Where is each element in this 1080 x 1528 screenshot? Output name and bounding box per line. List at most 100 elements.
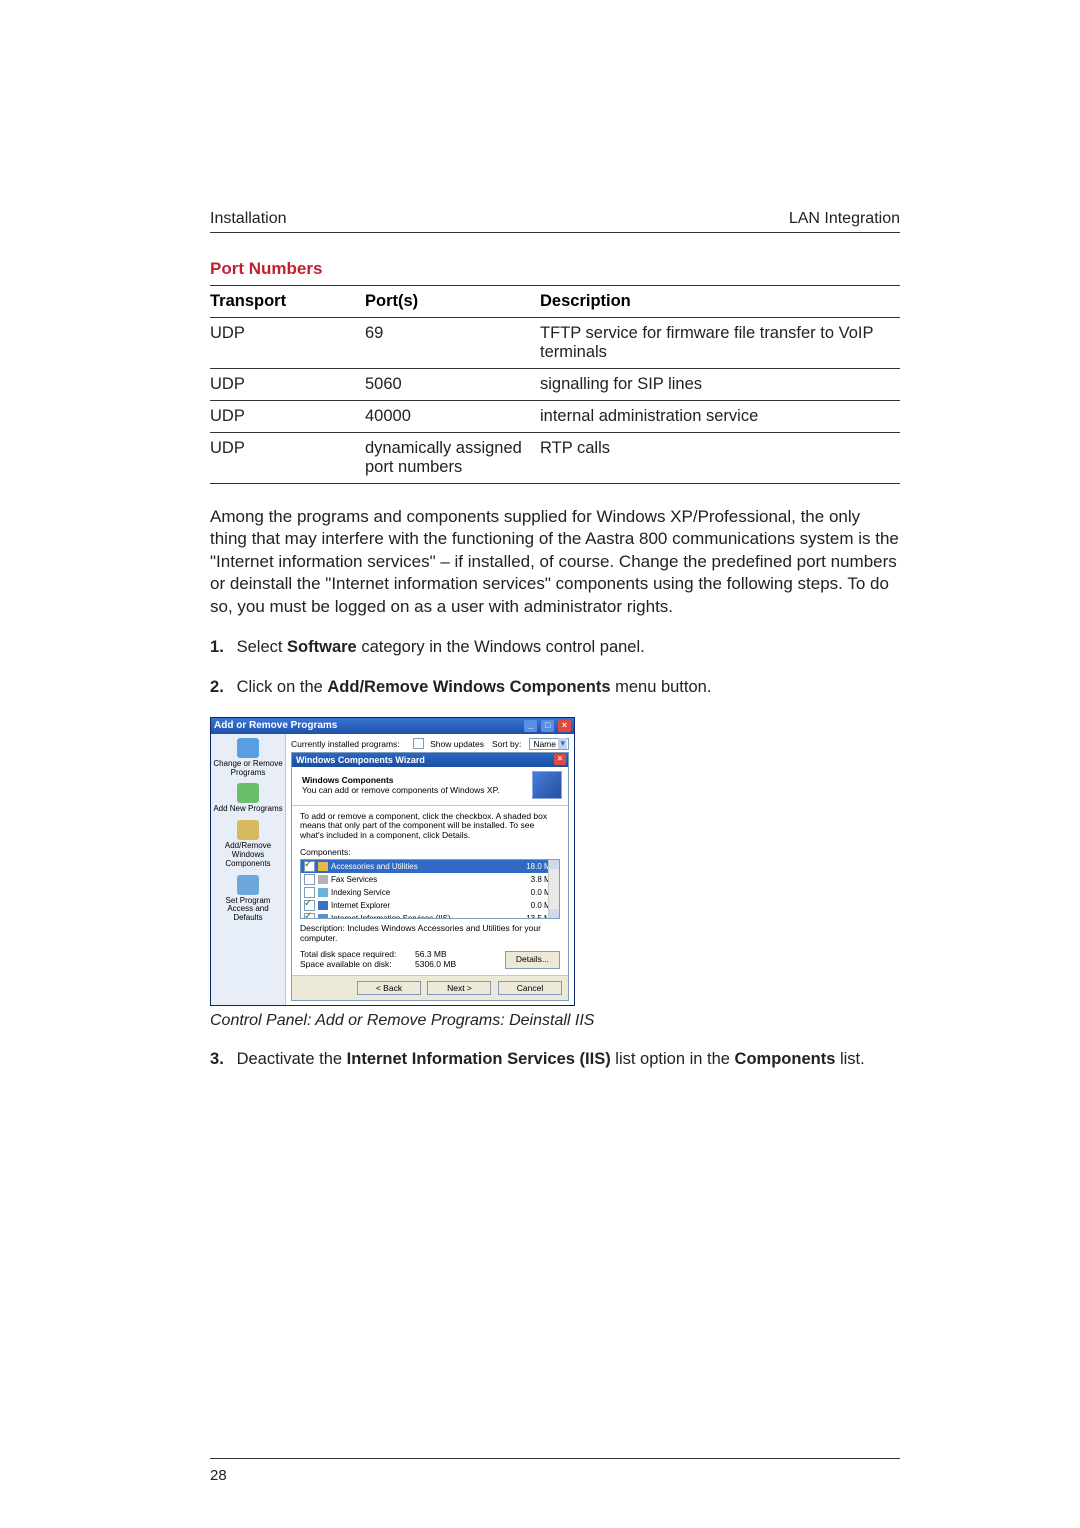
desc-label: Description: [300, 923, 345, 933]
ie-icon [318, 901, 328, 910]
wizard-description: Description: Includes Windows Accessorie… [300, 923, 560, 943]
sortby-select[interactable]: Name [529, 738, 569, 750]
cancel-button[interactable]: Cancel [498, 981, 562, 995]
wizard-banner-sub: You can add or remove components of Wind… [302, 785, 500, 795]
step-text: category in the Windows control panel. [357, 638, 645, 656]
step-text: Deactivate the [237, 1050, 347, 1068]
checkbox-icon[interactable] [304, 861, 315, 872]
components-list[interactable]: Accessories and Utilities 18.0 MB Fax Se… [300, 859, 560, 919]
fax-icon [318, 875, 328, 884]
show-updates-label: Show updates [430, 739, 484, 749]
cell: TFTP service for firmware file transfer … [540, 318, 900, 369]
list-item[interactable]: Internet Explorer 0.0 MB [301, 899, 559, 912]
cell: 40000 [365, 401, 540, 433]
list-item-label: Internet Explorer [331, 901, 390, 910]
table-header: Transport [210, 286, 365, 318]
checkbox-icon[interactable] [304, 913, 315, 919]
minimize-icon[interactable]: _ [524, 720, 537, 732]
show-updates-checkbox[interactable] [413, 738, 424, 749]
sidebar-item-label: Add New Programs [213, 804, 282, 813]
table-row: UDP 69 TFTP service for firmware file tr… [210, 318, 900, 369]
components-label: Components: [300, 847, 560, 857]
disk-avail-value: 5306.0 MB [415, 959, 456, 969]
wizard-banner: Windows Components You can add or remove… [292, 767, 568, 806]
page-footer: 28 [210, 1458, 900, 1484]
index-icon [318, 888, 328, 897]
wizard-banner-title: Windows Components [302, 775, 394, 785]
list-item[interactable]: Accessories and Utilities 18.0 MB [301, 860, 559, 873]
cell: UDP [210, 401, 365, 433]
iis-icon [318, 914, 328, 919]
intro-paragraph: Among the programs and components suppli… [210, 506, 900, 618]
wizard-buttons: < Back Next > Cancel [292, 975, 568, 1000]
defaults-icon [237, 875, 259, 895]
disk-avail-label: Space available on disk: [300, 959, 415, 969]
cell: internal administration service [540, 401, 900, 433]
figure-add-remove-programs: Add or Remove Programs _ □ × Change or R… [210, 717, 573, 1006]
cell: RTP calls [540, 433, 900, 484]
port-numbers-table: Transport Port(s) Description UDP 69 TFT… [210, 285, 900, 484]
list-item-label: Fax Services [331, 875, 377, 884]
add-remove-programs-window: Add or Remove Programs _ □ × Change or R… [210, 717, 575, 1006]
wizard-titlebar[interactable]: Windows Components Wizard × [292, 753, 568, 767]
list-item-label: Internet Information Services (IIS) [331, 914, 451, 919]
step-text: list option in the [611, 1050, 735, 1068]
step-bold: Components [735, 1050, 836, 1068]
disk-req-value: 56.3 MB [415, 949, 447, 959]
window-title: Add or Remove Programs [214, 720, 337, 731]
sidebar-item-label: Set Program Access and Defaults [226, 896, 271, 923]
figure-caption: Control Panel: Add or Remove Programs: D… [210, 1012, 900, 1030]
close-icon[interactable]: × [558, 720, 571, 732]
step-bold: Software [287, 638, 357, 656]
step-3: Deactivate the Internet Information Serv… [210, 1048, 900, 1070]
step-bold: Add/Remove Windows Components [327, 678, 610, 696]
table-row: UDP dynamically assigned port numbers RT… [210, 433, 900, 484]
list-item-label: Accessories and Utilities [331, 862, 418, 871]
table-row: UDP 5060 signalling for SIP lines [210, 369, 900, 401]
table-header: Port(s) [365, 286, 540, 318]
wizard-icon [532, 771, 562, 799]
close-icon[interactable]: × [554, 754, 566, 765]
sortby-label: Sort by: [492, 739, 521, 749]
list-item[interactable]: Indexing Service 0.0 MB [301, 886, 559, 899]
sidebar-item-windows-components[interactable]: Add/Remove Windows Components [213, 820, 283, 868]
next-button[interactable]: Next > [427, 981, 491, 995]
running-header: Installation LAN Integration [210, 210, 900, 233]
windows-components-wizard: Windows Components Wizard × Windows Comp… [291, 752, 569, 1001]
maximize-icon[interactable]: □ [541, 720, 554, 732]
sidebar-item-add-new[interactable]: Add New Programs [213, 783, 283, 814]
sidebar-item-change-remove[interactable]: Change or Remove Programs [213, 738, 283, 778]
header-left: Installation [210, 210, 287, 228]
step-text: list. [835, 1050, 864, 1068]
window-titlebar[interactable]: Add or Remove Programs _ □ × [211, 718, 574, 734]
wizard-title: Windows Components Wizard [296, 755, 425, 765]
cell: UDP [210, 369, 365, 401]
checkbox-icon[interactable] [304, 874, 315, 885]
sidebar-item-program-access[interactable]: Set Program Access and Defaults [213, 875, 283, 923]
components-icon [237, 820, 259, 840]
checkbox-icon[interactable] [304, 887, 315, 898]
details-button[interactable]: Details... [505, 951, 560, 969]
header-right: LAN Integration [789, 210, 900, 228]
sidebar-item-label: Add/Remove Windows Components [225, 841, 271, 868]
step-bold: Internet Information Services (IIS) [347, 1050, 611, 1068]
table-row: UDP 40000 internal administration servic… [210, 401, 900, 433]
page-number: 28 [210, 1467, 227, 1484]
cell: UDP [210, 433, 365, 484]
scrollbar[interactable] [548, 860, 559, 918]
checkbox-icon[interactable] [304, 900, 315, 911]
cell: signalling for SIP lines [540, 369, 900, 401]
cell: UDP [210, 318, 365, 369]
programs-icon [237, 738, 259, 758]
step-text: Click on the [237, 678, 328, 696]
sidebar-item-label: Change or Remove Programs [213, 759, 282, 777]
installed-label: Currently installed programs: [291, 739, 400, 749]
step-text: menu button. [611, 678, 712, 696]
list-item[interactable]: Fax Services 3.8 MB [301, 873, 559, 886]
list-item[interactable]: Internet Information Services (IIS) 13.5… [301, 912, 559, 919]
list-item-label: Indexing Service [331, 888, 390, 897]
arp-sidebar: Change or Remove Programs Add New Progra… [211, 734, 286, 1005]
back-button[interactable]: < Back [357, 981, 421, 995]
cell: 69 [365, 318, 540, 369]
wizard-instructions: To add or remove a component, click the … [300, 812, 560, 841]
